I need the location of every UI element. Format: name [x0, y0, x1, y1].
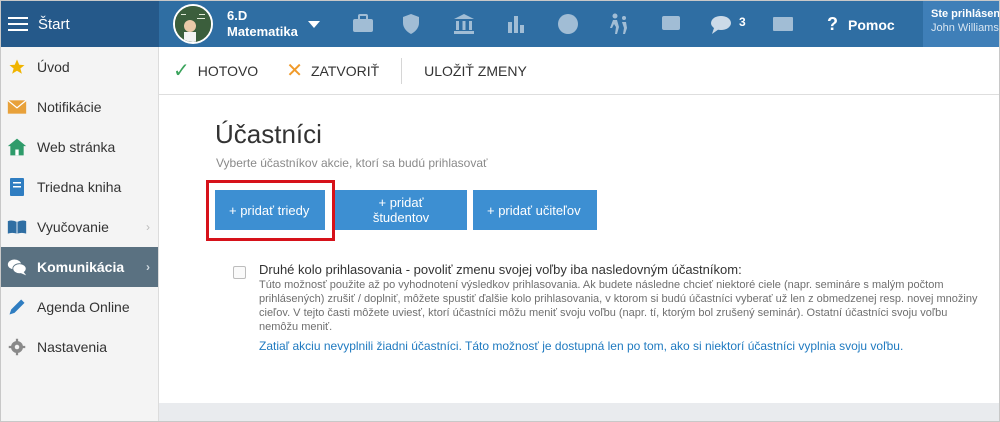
book-icon	[7, 177, 27, 197]
sidebar-item-label: Agenda Online	[37, 299, 130, 315]
class-name: 6.D Matematika	[227, 8, 298, 40]
app-window: Štart 6.D Matematika 3 ? Pomoc Ste prihl…	[0, 0, 1000, 422]
sidebar-item-label: Web stránka	[37, 139, 116, 155]
action-toolbar: ✓ HOTOVO ✕ ZATVORIŤ ULOŽIŤ ZMENY	[159, 47, 999, 95]
bar-chart-icon[interactable]	[504, 12, 528, 36]
class-selector[interactable]: 6.D Matematika	[173, 4, 320, 44]
content-bottom-strip	[159, 403, 999, 421]
briefcase-icon[interactable]	[351, 12, 375, 36]
close-icon: ✕	[286, 60, 303, 82]
sidebar-item-label: Vyučovanie	[37, 219, 109, 235]
chevron-right-icon: ›	[146, 260, 150, 274]
sidebar-item-web-stranka[interactable]: Web stránka	[1, 127, 158, 167]
ribbon-icon[interactable]	[556, 12, 580, 36]
done-button[interactable]: ✓ HOTOVO	[159, 47, 272, 95]
user-name: John Williams	[931, 22, 999, 34]
class-subject: Matematika	[227, 24, 298, 39]
sidebar-item-uvod[interactable]: Úvod	[1, 47, 158, 87]
page-subtitle: Vyberte účastníkov akcie, ktorí sa budú …	[216, 156, 488, 170]
chat-icon[interactable]	[709, 12, 733, 36]
sidebar-item-label: Komunikácia	[37, 259, 125, 275]
star-icon	[7, 57, 27, 77]
add-students-button[interactable]: + pridať študentov	[335, 190, 467, 230]
close-button[interactable]: ✕ ZATVORIŤ	[272, 47, 393, 95]
sidebar: Úvod Notifikácie Web stránka Triedna kni…	[1, 47, 159, 421]
user-logged-in-label: Ste prihlásený	[931, 8, 1000, 20]
sidebar-item-triedna-kniha[interactable]: Triedna kniha	[1, 167, 158, 207]
envelope-icon[interactable]	[771, 12, 795, 36]
page-title: Účastníci	[215, 119, 322, 149]
check-icon: ✓	[173, 60, 190, 82]
help-label: Pomoc	[848, 16, 895, 33]
chat-icon	[7, 257, 27, 277]
home-icon	[7, 137, 27, 157]
sidebar-item-label: Notifikácie	[37, 99, 102, 115]
top-bar: Štart 6.D Matematika 3 ? Pomoc Ste prihl…	[1, 1, 1000, 47]
question-mark-icon: ?	[827, 14, 838, 34]
sidebar-item-nastavenia[interactable]: Nastavenia	[1, 327, 158, 367]
shield-icon[interactable]	[399, 12, 423, 36]
save-changes-button[interactable]: ULOŽIŤ ZMENY	[410, 47, 541, 95]
close-label: ZATVORIŤ	[310, 62, 380, 79]
class-code: 6.D	[227, 8, 248, 23]
toolbar-divider	[401, 57, 403, 84]
save-label: ULOŽIŤ ZMENY	[424, 62, 527, 79]
start-menu-button[interactable]: Štart	[1, 1, 159, 47]
add-teachers-button[interactable]: + pridať učiteľov	[473, 190, 597, 230]
pen-icon	[7, 297, 27, 317]
help-button[interactable]: ? Pomoc	[827, 14, 895, 35]
done-label: HOTOVO	[197, 62, 259, 79]
second-round-checkbox[interactable]	[233, 266, 246, 279]
chevron-down-icon	[307, 20, 320, 28]
sidebar-item-label: Triedna kniha	[37, 179, 122, 195]
sidebar-item-agenda-online[interactable]: Agenda Online	[1, 287, 158, 327]
sidebar-item-komunikacia[interactable]: Komunikácia ›	[1, 247, 158, 287]
sidebar-item-vyucovanie[interactable]: Vyučovanie ›	[1, 207, 158, 247]
sidebar-item-label: Úvod	[37, 59, 70, 75]
hamburger-icon	[8, 13, 28, 35]
people-walking-icon[interactable]	[607, 12, 631, 36]
second-round-note: Zatiaľ akciu nevyplnili žiadni účastníci…	[259, 339, 904, 353]
add-classes-button[interactable]: + pridať triedy	[215, 190, 325, 230]
message-count-badge: 3	[739, 15, 746, 29]
user-info[interactable]: Ste prihlásený John Williams	[923, 1, 1000, 47]
gear-icon	[7, 337, 27, 357]
second-round-title: Druhé kolo prihlasovania - povoliť zmenu…	[259, 262, 742, 277]
chalkboard-teacher-icon	[175, 6, 211, 42]
class-avatar	[173, 4, 213, 44]
sidebar-item-label: Nastavenia	[37, 339, 108, 355]
institution-icon[interactable]	[452, 12, 476, 36]
cast-icon[interactable]	[659, 12, 683, 36]
main-content: Účastníci Vyberte účastníkov akcie, ktor…	[159, 95, 999, 403]
start-label: Štart	[38, 15, 70, 33]
sidebar-item-notifikacie[interactable]: Notifikácie	[1, 87, 158, 127]
second-round-description: Túto možnosť použite až po vyhodnotení v…	[259, 279, 978, 333]
open-book-icon	[7, 217, 27, 237]
envelope-icon	[7, 97, 27, 117]
chevron-right-icon: ›	[146, 220, 150, 234]
